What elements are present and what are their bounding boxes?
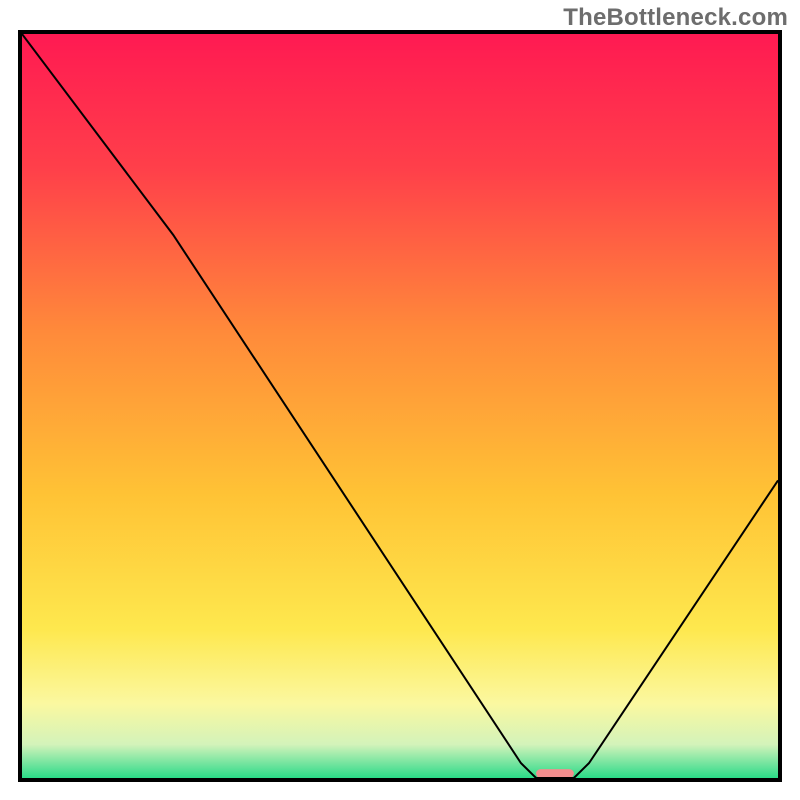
watermark-text: TheBottleneck.com	[563, 4, 788, 32]
optimal-range-marker	[536, 769, 574, 778]
chart-container: TheBottleneck.com	[0, 0, 800, 800]
plot-area	[22, 34, 778, 778]
plot-svg	[22, 34, 778, 778]
plot-frame	[18, 30, 782, 782]
background-rect	[22, 34, 778, 778]
